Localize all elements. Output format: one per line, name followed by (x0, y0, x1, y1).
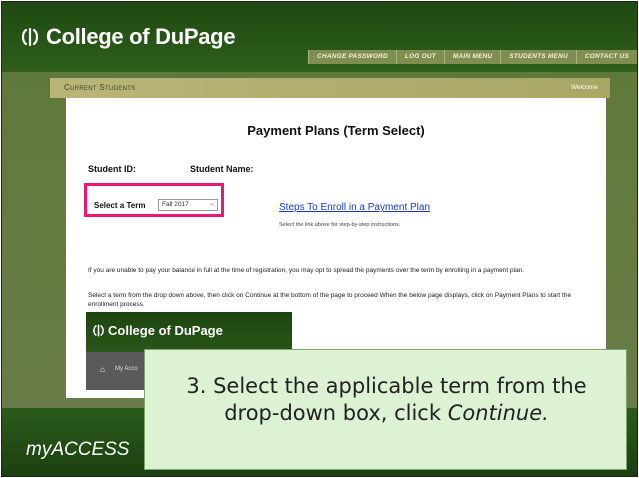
inset-header: College of DuPage (86, 312, 292, 352)
inset-logo: College of DuPage (92, 323, 223, 338)
steps-instruction-text: Select the link above for step-by-step i… (279, 222, 401, 228)
site-header: College of DuPage Change Password Log Ou… (2, 2, 637, 72)
student-id-label: Student ID: (88, 164, 136, 174)
steps-to-enroll-link[interactable]: Steps To Enroll in a Payment Plan (279, 202, 430, 213)
inset-logo-text: College of DuPage (108, 323, 223, 338)
highlight-box (84, 183, 224, 217)
callout-text: 3. Select the applicable term from the d… (145, 373, 628, 427)
nav-log-out[interactable]: Log Out (395, 50, 444, 64)
student-name-label: Student Name: (190, 164, 254, 174)
nav-students-menu[interactable]: Students Menu (500, 50, 576, 64)
callout-line2: drop-down box, click (224, 401, 448, 425)
nav-main-menu[interactable]: Main Menu (443, 50, 501, 64)
inset-account-text: My Acco (115, 366, 138, 372)
site-logo[interactable]: College of DuPage (20, 24, 236, 50)
top-nav: Change Password Log Out Main Menu Studen… (308, 50, 637, 64)
nav-change-password[interactable]: Change Password (308, 50, 396, 64)
college-logo-icon (93, 324, 104, 337)
home-icon: ⌂ (100, 365, 105, 374)
info-paragraph: If you are unable to pay your balance in… (88, 267, 525, 274)
college-logo-icon (21, 27, 39, 47)
section-bar: Current Students Welcome (50, 78, 610, 98)
instruction-paragraph: Select a term from the drop down above, … (88, 292, 572, 308)
callout-continue: Continue. (447, 401, 549, 425)
screenshot-frame: College of DuPage Change Password Log Ou… (1, 1, 638, 477)
callout-line1: 3. Select the applicable term from the (186, 374, 587, 398)
section-title: Current Students (64, 83, 136, 92)
myaccess-brand: myACCESS (26, 439, 130, 460)
instruction-callout: 3. Select the applicable term from the d… (144, 349, 627, 470)
logo-text: College of DuPage (46, 24, 236, 49)
nav-contact-us[interactable]: Contact Us (575, 50, 637, 64)
page-title: Payment Plans (Term Select) (247, 123, 425, 138)
welcome-text: Welcome (571, 84, 598, 91)
